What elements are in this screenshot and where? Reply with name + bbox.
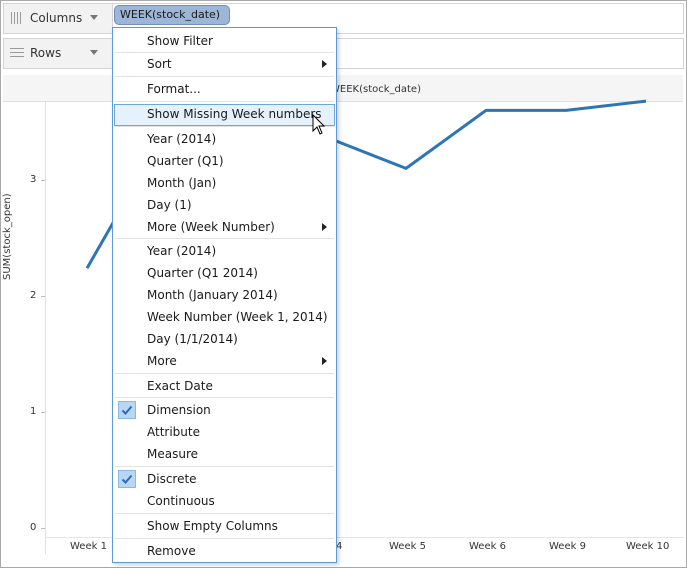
menu-item-label: Show Empty Columns — [147, 519, 278, 533]
menu-separator — [115, 101, 334, 102]
menu-item-label: Week Number (Week 1, 2014) — [147, 310, 328, 324]
submenu-arrow-icon — [322, 60, 327, 68]
menu-item-label: Attribute — [147, 425, 200, 439]
menu-item-label: More — [147, 354, 177, 368]
menu-item-year-2014[interactable]: Year (2014) — [114, 129, 335, 149]
menu-item-label: Year (2014) — [147, 244, 217, 258]
menu-item-label: Show Missing Week numbers — [147, 107, 322, 121]
checkmark-icon — [118, 470, 136, 488]
menu-separator — [115, 513, 334, 514]
menu-item-more-week-number[interactable]: More (Week Number) — [114, 217, 335, 237]
checkmark-icon — [118, 401, 136, 419]
menu-item-format[interactable]: Format... — [114, 79, 335, 99]
menu-item-sort[interactable]: Sort — [114, 54, 335, 74]
menu-item-label: Quarter (Q1) — [147, 154, 224, 168]
menu-item-measure[interactable]: Measure — [114, 444, 335, 464]
menu-item-label: Day (1/1/2014) — [147, 332, 238, 346]
menu-item-dimension[interactable]: Dimension — [114, 400, 335, 420]
menu-item-more[interactable]: More — [114, 351, 335, 371]
menu-item-continuous[interactable]: Continuous — [114, 491, 335, 511]
menu-item-label: Format... — [147, 82, 201, 96]
menu-item-label: Dimension — [147, 403, 211, 417]
mouse-cursor-icon — [312, 114, 326, 135]
menu-separator — [115, 538, 334, 539]
menu-item-discrete[interactable]: Discrete — [114, 469, 335, 489]
menu-item-quarter-q1[interactable]: Quarter (Q1) — [114, 151, 335, 171]
menu-item-label: Month (January 2014) — [147, 288, 278, 302]
menu-item-week-number-week-1-2014[interactable]: Week Number (Week 1, 2014) — [114, 307, 335, 327]
submenu-arrow-icon — [322, 357, 327, 365]
menu-item-exact-date[interactable]: Exact Date — [114, 376, 335, 396]
menu-separator — [115, 126, 334, 127]
submenu-arrow-icon — [322, 223, 327, 231]
menu-item-show-empty-columns[interactable]: Show Empty Columns — [114, 516, 335, 536]
menu-item-label: Show Filter — [147, 34, 213, 48]
menu-item-label: Year (2014) — [147, 132, 217, 146]
menu-item-label: Quarter (Q1 2014) — [147, 266, 258, 280]
menu-separator — [115, 466, 334, 467]
menu-item-label: Sort — [147, 57, 172, 71]
menu-item-label: Month (Jan) — [147, 176, 217, 190]
menu-item-day-1-1-2014[interactable]: Day (1/1/2014) — [114, 329, 335, 349]
menu-separator — [115, 373, 334, 374]
line-chart — [85, 99, 647, 269]
menu-item-day-1[interactable]: Day (1) — [114, 195, 335, 215]
menu-separator — [115, 397, 334, 398]
menu-item-year-2014[interactable]: Year (2014) — [114, 241, 335, 261]
menu-separator — [115, 52, 334, 53]
menu-item-remove[interactable]: Remove — [114, 541, 335, 561]
menu-item-label: Exact Date — [147, 379, 213, 393]
menu-item-label: Day (1) — [147, 198, 192, 212]
menu-item-quarter-q1-2014[interactable]: Quarter (Q1 2014) — [114, 263, 335, 283]
menu-item-attribute[interactable]: Attribute — [114, 422, 335, 442]
menu-separator — [115, 76, 334, 77]
menu-separator — [115, 238, 334, 239]
menu-item-label: Continuous — [147, 494, 215, 508]
pill-context-menu: Show Filter Sort Format... Show Missing Wee… — [112, 27, 337, 563]
menu-item-label: Remove — [147, 544, 196, 558]
menu-item-show-missing-week-numbers[interactable]: Show Missing Week numbers — [114, 104, 335, 126]
menu-item-month-january-2014[interactable]: Month (January 2014) — [114, 285, 335, 305]
menu-item-show-filter[interactable]: Show Filter — [114, 31, 335, 51]
menu-item-label: Discrete — [147, 472, 197, 486]
menu-item-month-jan[interactable]: Month (Jan) — [114, 173, 335, 193]
menu-item-label: Measure — [147, 447, 198, 461]
menu-item-label: More (Week Number) — [147, 220, 275, 234]
